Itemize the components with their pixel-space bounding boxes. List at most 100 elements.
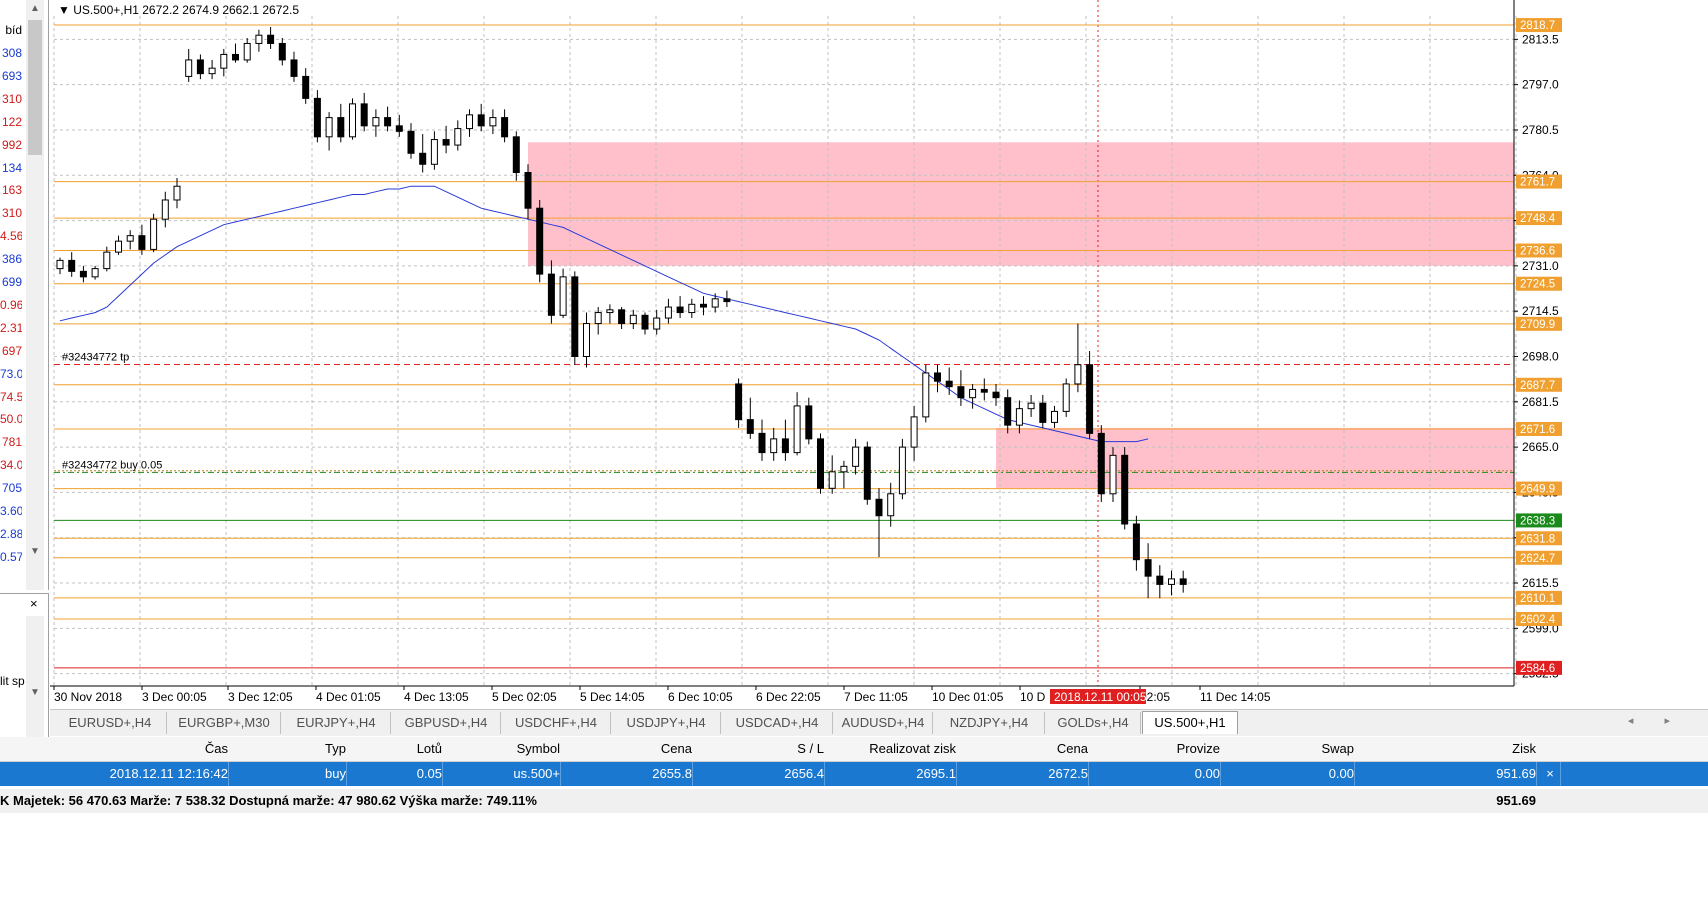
level-price-label: 2671.6 [1520, 424, 1555, 436]
candle-body [419, 152, 427, 165]
candle-body [243, 42, 251, 61]
market-watch-price[interactable]: 699 [0, 272, 22, 292]
level-price-label: 2724.5 [1520, 279, 1555, 291]
market-watch-price[interactable]: 693 [0, 66, 22, 86]
cell-type: buy [232, 762, 347, 786]
time-axis-label: 3 Dec 00:05 [142, 690, 207, 704]
market-watch-price[interactable]: 0.57 [0, 547, 22, 567]
close-position-icon[interactable]: × [1540, 762, 1561, 786]
column-header-commission[interactable]: Provize [1092, 737, 1220, 761]
candle-body [571, 276, 579, 357]
candle-body [430, 139, 438, 165]
market-watch-price[interactable]: 3.60 [0, 501, 22, 521]
tab-golds-h4[interactable]: GOLDs+,H4 [1046, 712, 1141, 734]
time-axis-label: 6 Dec 22:05 [756, 690, 821, 704]
candle-body [1109, 454, 1117, 495]
column-header-sl[interactable]: S / L [696, 737, 824, 761]
candle-body [1004, 397, 1012, 426]
level-price-label: 2818.7 [1520, 20, 1555, 32]
time-axis-label: 4 Dec 01:05 [316, 690, 381, 704]
market-watch-scroll-thumb[interactable] [28, 20, 42, 155]
candle-body [1039, 402, 1047, 423]
cell-time: 2018.12.11 12:16:42 [0, 762, 229, 786]
candle-body [150, 218, 158, 250]
market-watch-price[interactable]: 992 [0, 135, 22, 155]
trade-terminal: Čas Typ Lotů Symbol Cena S / L Realizovat zisk… [0, 737, 1708, 913]
candle-body [676, 306, 684, 314]
candle-body [922, 372, 930, 418]
candle-body [583, 323, 590, 357]
market-watch-price[interactable]: 386 [0, 249, 22, 269]
column-header-symbol[interactable]: Symbol [446, 737, 560, 761]
price-axis-label: 2681.5 [1522, 395, 1559, 409]
market-watch-price[interactable]: 122 [0, 112, 22, 132]
candle-body [746, 419, 754, 434]
column-header-time[interactable]: Čas [0, 737, 228, 761]
candle-body [489, 117, 497, 127]
time-axis-label: 4 Dec 13:05 [404, 690, 469, 704]
tab-usdjpy-h4[interactable]: USDJPY+,H4 [612, 712, 721, 734]
tab-gbpusd-h4[interactable]: GBPUSD+,H4 [392, 712, 501, 734]
market-watch-price[interactable]: 50.0 [0, 409, 22, 429]
market-watch-price[interactable]: 697 [0, 341, 22, 361]
tab-scroll-arrows-icon[interactable]: ◂ ▸ [1628, 714, 1684, 727]
tab-nzdjpy-h4[interactable]: NZDJPY+,H4 [934, 712, 1045, 734]
level-price-label: 2624.7 [1520, 553, 1555, 565]
scroll-down-icon[interactable]: ▼ [26, 684, 44, 702]
market-watch-panel: bíd 308 693 310 122 992 134 163 310 4.56 386 699 0.… [0, 0, 49, 590]
candle-body [1179, 578, 1187, 585]
time-axis-label: 10 Dec 01:05 [932, 690, 1004, 704]
candle-body [1121, 454, 1129, 525]
price-chart[interactable]: 2813.52797.02780.52764.02747.52731.02714… [50, 0, 1708, 705]
candle-body [863, 446, 871, 500]
column-header-price[interactable]: Cena [564, 737, 692, 761]
close-icon[interactable]: × [30, 596, 38, 611]
cell-sl: 2656.4 [696, 762, 825, 786]
candle-body [735, 383, 743, 421]
market-watch-price[interactable]: 310 [0, 203, 22, 223]
cell-commission: 0.00 [1092, 762, 1221, 786]
tab-usdchf-h4[interactable]: USDCHF+,H4 [502, 712, 611, 734]
column-header-lots[interactable]: Lotů [350, 737, 442, 761]
market-watch-price[interactable]: 308 [0, 43, 22, 63]
time-axis-label: 30 Nov 2018 [54, 690, 122, 704]
column-header-type[interactable]: Typ [232, 737, 346, 761]
scroll-up-icon[interactable]: ▲ [26, 0, 44, 18]
market-watch-price[interactable]: 134 [0, 158, 22, 178]
tab-eurgbp-m30[interactable]: EURGBP+,M30 [168, 712, 281, 734]
candle-body [267, 34, 275, 44]
column-header-current-price[interactable]: Cena [960, 737, 1088, 761]
market-watch-price[interactable]: 705 [0, 478, 22, 498]
column-header-profit[interactable]: Zisk [1358, 737, 1536, 761]
tab-eurjpy-h4[interactable]: EURJPY+,H4 [282, 712, 391, 734]
price-axis-label: 2665.0 [1522, 440, 1559, 454]
market-watch-price[interactable]: 2.31 [0, 318, 22, 338]
candle-body [629, 314, 637, 325]
tab-eurusd-h4[interactable]: EURUSD+,H4 [54, 712, 167, 734]
candle-body [126, 235, 134, 242]
table-row[interactable]: 2018.12.11 12:16:42 buy 0.05 us.500+ 2655.8 2… [0, 762, 1708, 786]
market-watch-price[interactable]: 74.5 [0, 387, 22, 407]
market-watch-price[interactable]: 34.0 [0, 455, 22, 475]
market-watch-price[interactable]: 0.96 [0, 295, 22, 315]
tab-usdcad-h4[interactable]: USDCAD+,H4 [722, 712, 833, 734]
market-watch-price[interactable]: 2.88 [0, 524, 22, 544]
market-watch-price[interactable]: 73.0 [0, 364, 22, 384]
supply-zone [996, 427, 1514, 489]
column-header-swap[interactable]: Swap [1224, 737, 1354, 761]
candle-body [173, 185, 181, 201]
candle-body [875, 498, 883, 517]
time-axis-label: 7 Dec 11:05 [844, 690, 908, 704]
candle-body [536, 207, 544, 275]
candle-body [1015, 408, 1023, 426]
scroll-down-icon[interactable]: ▼ [26, 543, 44, 561]
market-watch-price[interactable]: 4.56 [0, 226, 22, 246]
column-header-tp[interactable]: Realizovat zisk [828, 737, 956, 761]
tab-audusd-h4[interactable]: AUDUSD+,H4 [834, 712, 933, 734]
cell-swap: 0.00 [1224, 762, 1355, 786]
market-watch-price[interactable]: 781 [0, 432, 22, 452]
market-watch-price[interactable]: 163 [0, 180, 22, 200]
tab-us-500-h1[interactable]: US.500+,H1 [1142, 711, 1238, 734]
market-watch-price[interactable]: 310 [0, 89, 22, 109]
candle-body [1086, 364, 1094, 434]
